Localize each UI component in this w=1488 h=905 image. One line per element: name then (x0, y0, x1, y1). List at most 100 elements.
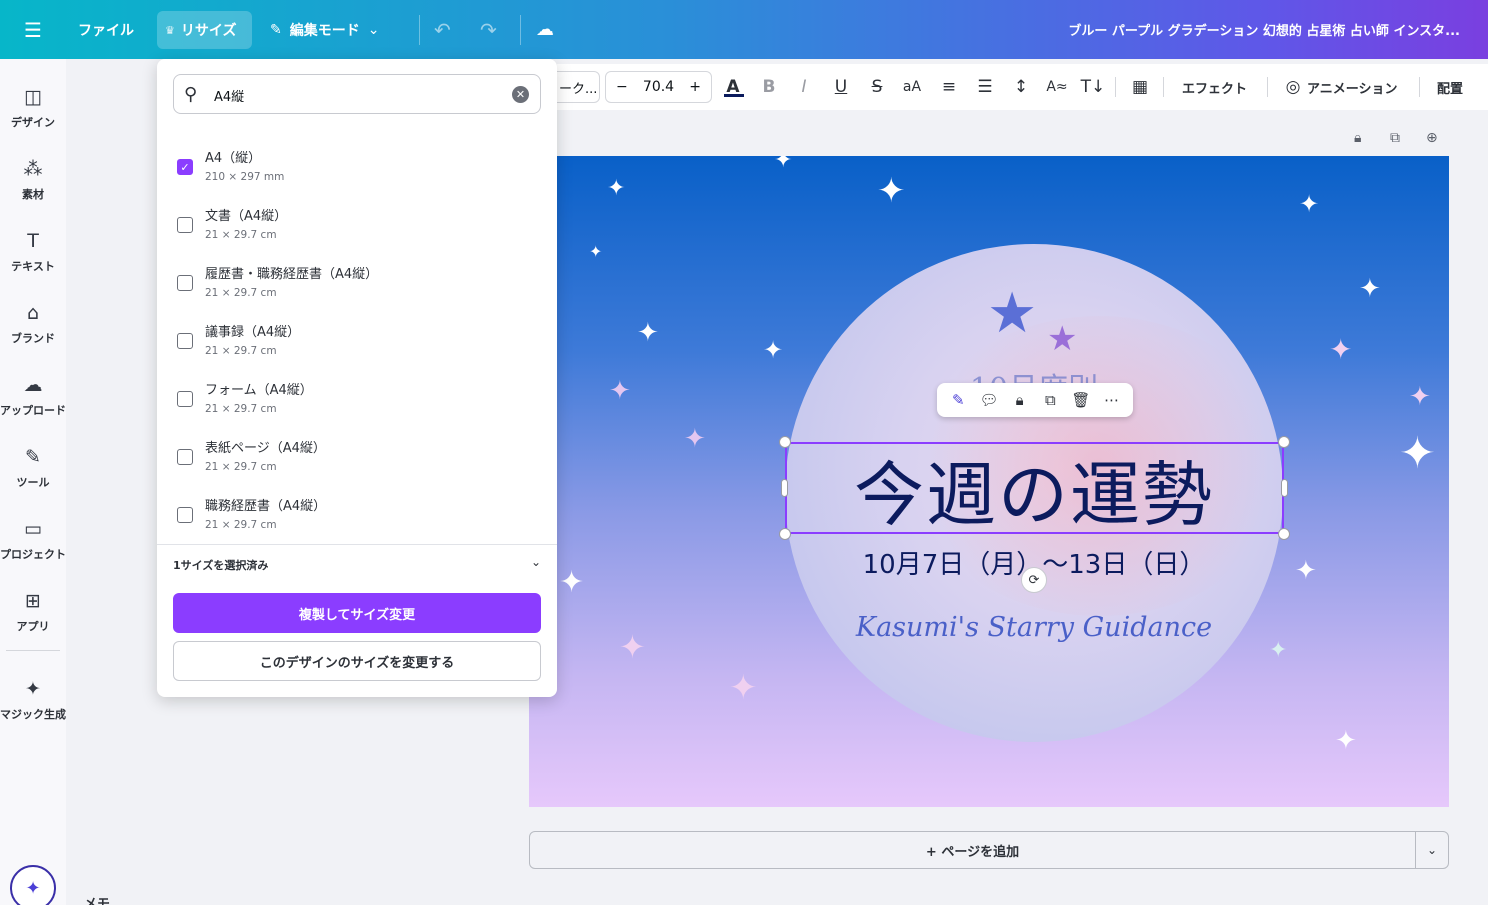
duplicate-page-icon[interactable]: ⧉ (1390, 126, 1400, 150)
resize-handle-bottom-right[interactable] (1278, 528, 1290, 540)
add-page-button[interactable]: + ページを追加 (529, 831, 1416, 869)
size-option[interactable]: 表紙ページ（A4縦） 21 × 29.7 cm (157, 429, 557, 481)
panel-divider (157, 544, 557, 545)
chevron-down-icon[interactable]: ⌄ (531, 555, 541, 569)
add-comment-icon[interactable]: 💬︎ (976, 387, 1002, 413)
underline-icon[interactable]: U (827, 73, 855, 101)
sparkle-decoration: ✦ (1359, 274, 1381, 304)
sidebar-item-label: アップロード (0, 404, 66, 417)
size-option[interactable]: 文書（A4縦） 21 × 29.7 cm (157, 197, 557, 249)
sidebar-item-label: アプリ (16, 620, 50, 633)
apps-grid-icon: ⊞ (25, 590, 41, 612)
line-spacing-icon[interactable]: ↕ (1007, 73, 1035, 101)
sidebar-item-upload[interactable]: ☁ アップロード (0, 367, 66, 427)
size-option-dimensions: 21 × 29.7 cm (205, 229, 277, 241)
position-button[interactable]: 配置 (1437, 73, 1463, 101)
undo-icon[interactable]: ↶ (434, 0, 451, 59)
resize-handle-top-left[interactable] (779, 436, 791, 448)
increase-size-button[interactable]: + (689, 79, 701, 95)
sidebar-item-design[interactable]: ◫ デザイン (0, 79, 66, 139)
resize-this-design-button[interactable]: このデザインのサイズを変更する (173, 641, 541, 681)
sidebar-item-brand[interactable]: ⌂ ブランド (0, 295, 66, 355)
decrease-size-button[interactable]: − (616, 79, 628, 95)
effects-button[interactable]: エフェクト (1182, 73, 1247, 101)
redo-icon[interactable]: ↷ (480, 0, 497, 59)
rotate-handle-icon[interactable]: ⟳ (1021, 567, 1047, 593)
toolbar-divider (520, 15, 521, 45)
magic-assistant-button[interactable]: ✦ (10, 865, 56, 905)
sparkle-decoration: ✦ (729, 668, 758, 708)
sidebar-item-tools[interactable]: ✎ ツール (0, 439, 66, 499)
strikethrough-icon[interactable]: S (863, 73, 891, 101)
transparency-icon[interactable]: ▦ (1126, 73, 1154, 101)
selection-box[interactable] (785, 442, 1284, 534)
resize-handle-right[interactable] (1281, 479, 1288, 497)
size-option[interactable]: 議事録（A4縦） 21 × 29.7 cm (157, 313, 557, 365)
script-signature-text[interactable]: Kasumi's Starry Guidance (785, 612, 1283, 643)
sidebar-item-label: プロジェクト (0, 548, 66, 561)
align-center-icon[interactable]: ≡ (935, 73, 963, 101)
sidebar-item-projects[interactable]: ▭ プロジェクト (0, 511, 66, 571)
sidebar-item-elements[interactable]: ⁂ 素材 (0, 151, 66, 211)
animation-icon[interactable]: ◎ (1279, 73, 1307, 101)
more-options-icon[interactable]: ⋯ (1099, 387, 1125, 413)
size-option[interactable]: フォーム（A4縦） 21 × 29.7 cm (157, 371, 557, 423)
magic-write-icon[interactable]: ✎ (945, 387, 971, 413)
resize-handle-left[interactable] (781, 479, 788, 497)
selected-sizes-summary[interactable]: 1サイズを選択済み (173, 557, 268, 573)
bold-icon[interactable]: B (755, 73, 783, 101)
pen-tool-icon: ✎ (25, 446, 41, 468)
lock-page-icon[interactable]: 🔒︎ (1354, 126, 1361, 150)
document-title[interactable]: ブルー パープル グラデーション 幻想的 占星術 占い師 インスタ... (1068, 0, 1460, 59)
element-floating-toolbar: ✎ 💬︎ 🔒︎ ⧉ 🗑︎ ⋯ (937, 383, 1133, 417)
notes-button[interactable]: メモ (84, 893, 110, 905)
menu-icon[interactable]: ☰ (18, 0, 48, 59)
sidebar-item-text[interactable]: T テキスト (0, 223, 66, 283)
lock-icon[interactable]: 🔒︎ (1007, 387, 1033, 413)
sidebar-item-apps[interactable]: ⊞ アプリ (0, 583, 66, 643)
size-option[interactable]: 履歴書・職務経歴書（A4縦） 21 × 29.7 cm (157, 255, 557, 307)
resize-button[interactable]: ♛ リサイズ (157, 11, 252, 49)
size-option[interactable]: ✓ A4（縦） 210 × 297 mm (157, 139, 557, 191)
resize-handle-bottom-left[interactable] (779, 528, 791, 540)
design-canvas[interactable]: ✦ ✦ ✦ ✦ ✦ ✦ ✦ ✦ ✦ ✦ ✦ ✦ ✦ ✦ ✦ ✦ ✦ ✦ ✦ ★ … (529, 156, 1449, 807)
font-size-stepper[interactable]: − 70.4 + (605, 71, 712, 103)
purple-star-decoration: ★ (1047, 319, 1078, 359)
clear-search-icon[interactable]: ✕ (512, 86, 529, 103)
sparkle-decoration: ✦ (619, 628, 646, 666)
edit-mode-dropdown[interactable]: ✎ 編集モード ⌄ (270, 0, 379, 59)
copy-and-resize-button[interactable]: 複製してサイズ変更 (173, 593, 541, 633)
layout-icon: ◫ (24, 86, 42, 108)
vertical-text-icon[interactable]: T↓ (1079, 73, 1107, 101)
resize-handle-top-right[interactable] (1278, 436, 1290, 448)
bulleted-list-icon[interactable]: ☰ (971, 73, 999, 101)
checkbox[interactable] (177, 333, 193, 349)
size-option-dimensions: 21 × 29.7 cm (205, 519, 277, 531)
size-search-input[interactable] (214, 84, 494, 106)
font-family-dropdown[interactable]: ーク... (557, 71, 600, 103)
checkbox-checked[interactable]: ✓ (177, 159, 193, 175)
font-size-value[interactable]: 70.4 (643, 79, 674, 95)
sidebar-item-magic-media[interactable]: ✦ マジック生成 (0, 671, 66, 731)
file-menu-button[interactable]: ファイル (78, 0, 134, 59)
checkbox[interactable] (177, 449, 193, 465)
size-option[interactable]: 職務経歴書（A4縦） 21 × 29.7 cm (157, 487, 557, 539)
checkbox[interactable] (177, 217, 193, 233)
text-spacing-icon[interactable]: A≈ (1043, 73, 1071, 101)
letter-case-icon[interactable]: aA (898, 73, 926, 101)
sparkle-decoration: ✦ (609, 376, 631, 406)
size-search-box[interactable]: ⚲ ✕ (173, 74, 541, 114)
checkbox[interactable] (177, 275, 193, 291)
left-sidebar: ◫ デザイン ⁂ 素材 T テキスト ⌂ ブランド ☁ アップロード ✎ ツール… (0, 59, 66, 905)
add-page-icon[interactable]: ⊕ (1426, 126, 1438, 150)
cloud-saved-icon[interactable]: ☁ (536, 0, 554, 59)
animation-button[interactable]: アニメーション (1307, 73, 1397, 101)
sidebar-item-label: ブランド (11, 332, 55, 345)
checkbox[interactable] (177, 391, 193, 407)
blue-star-decoration: ★ (987, 281, 1038, 346)
italic-icon[interactable]: I (790, 73, 818, 101)
checkbox[interactable] (177, 507, 193, 523)
add-page-options-button[interactable]: ⌄ (1415, 831, 1449, 869)
trash-icon[interactable]: 🗑︎ (1068, 387, 1094, 413)
duplicate-icon[interactable]: ⧉ (1037, 387, 1063, 413)
